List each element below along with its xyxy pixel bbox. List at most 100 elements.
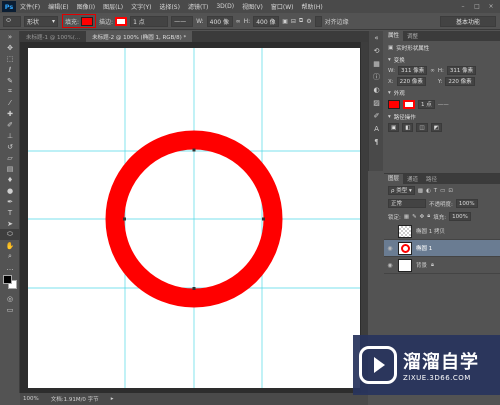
workspace-select[interactable]: 基本功能: [440, 15, 496, 27]
collapse-icon[interactable]: »: [0, 31, 20, 42]
healing-tool-icon[interactable]: ✚: [0, 108, 20, 119]
width-field[interactable]: 311 像素: [397, 66, 428, 75]
stamp-tool-icon[interactable]: ⊥: [0, 130, 20, 141]
screen-mode-icon[interactable]: ▭: [0, 304, 20, 315]
menu-file[interactable]: 文件(F): [16, 2, 44, 11]
stroke-size-field[interactable]: 1 点: [418, 100, 435, 109]
foreground-color-swatch[interactable]: [3, 275, 12, 284]
maximize-button[interactable]: □: [472, 3, 482, 11]
info-panel-icon[interactable]: ⓘ: [369, 70, 384, 83]
tab-layers[interactable]: 图层: [384, 174, 404, 184]
width-field[interactable]: 400 像: [206, 15, 233, 27]
tab-paths[interactable]: 路径: [422, 175, 441, 183]
lock-paint-icon[interactable]: ✎: [412, 214, 417, 220]
more-tools-icon[interactable]: …: [0, 262, 20, 273]
menu-type[interactable]: 文字(Y): [127, 2, 155, 11]
combine-shapes-icon[interactable]: ▣: [388, 123, 400, 132]
link-icon[interactable]: ∞: [430, 68, 435, 74]
tool-preset-picker[interactable]: ⬭: [3, 15, 21, 27]
history-panel-icon[interactable]: ⟲: [369, 44, 384, 57]
intersect-shape-icon[interactable]: ◫: [416, 123, 428, 132]
filter-adjust-icon[interactable]: ◐: [426, 188, 431, 194]
path-ops-icon[interactable]: ▣: [282, 18, 288, 25]
type-tool-icon[interactable]: T: [0, 207, 20, 218]
gear-icon[interactable]: ⚙: [306, 18, 311, 25]
filter-type-icon[interactable]: T: [434, 188, 437, 194]
eyedropper-tool-icon[interactable]: ⁄: [0, 97, 20, 108]
stroke-type-picker[interactable]: ——: [171, 15, 194, 27]
marquee-tool-icon[interactable]: ⬚: [0, 53, 20, 64]
stroke-type-icon[interactable]: ——: [438, 102, 449, 108]
x-field[interactable]: 220 像素: [396, 77, 426, 86]
path-arrange-icon[interactable]: ⧉: [299, 17, 303, 25]
brush-panel-icon[interactable]: ✐: [369, 109, 384, 122]
status-arrow-icon[interactable]: ▸: [111, 396, 114, 402]
path-select-tool-icon[interactable]: ➤: [0, 218, 20, 229]
filter-smart-icon[interactable]: ⊡: [448, 188, 453, 194]
stroke-color-swatch[interactable]: [403, 100, 415, 109]
menu-3d[interactable]: 3D(D): [212, 3, 238, 10]
path-ops-header[interactable]: ▾ 路径操作: [384, 111, 500, 122]
tab-adjustments[interactable]: 调整: [403, 32, 422, 40]
fill-field[interactable]: 100%: [449, 212, 471, 221]
mode-select[interactable]: 形状 ▾: [24, 15, 58, 27]
eye-icon[interactable]: ◉: [386, 245, 394, 252]
y-field[interactable]: 220 像素: [445, 77, 475, 86]
crop-tool-icon[interactable]: ⌗: [0, 86, 20, 97]
layer-row[interactable]: 椭圆 1 拷贝: [384, 223, 500, 240]
fill-color-swatch[interactable]: [81, 16, 94, 26]
menu-image[interactable]: 图像(I): [73, 2, 99, 11]
anchor-left[interactable]: [123, 217, 126, 221]
subtract-shape-icon[interactable]: ◧: [402, 123, 414, 132]
opacity-field[interactable]: 100%: [455, 199, 478, 208]
anchor-bottom[interactable]: [192, 287, 196, 290]
tab-properties[interactable]: 属性: [384, 31, 404, 41]
zoom-level[interactable]: 100%: [23, 396, 39, 402]
zoom-tool-icon[interactable]: ⌕: [0, 251, 20, 262]
adjustments-panel-icon[interactable]: ◐: [369, 83, 384, 96]
menu-layer[interactable]: 图层(L): [99, 2, 127, 11]
layer-row-selected[interactable]: ◉ 椭圆 1: [384, 240, 500, 257]
lasso-tool-icon[interactable]: ℓ: [0, 64, 20, 75]
anchor-right[interactable]: [262, 217, 265, 221]
pen-tool-icon[interactable]: ✒: [0, 196, 20, 207]
height-field[interactable]: 311 像素: [446, 66, 477, 75]
move-tool-icon[interactable]: ✥: [0, 42, 20, 53]
fill-color-swatch[interactable]: [388, 100, 400, 109]
gradient-tool-icon[interactable]: ▤: [0, 163, 20, 174]
eraser-tool-icon[interactable]: ▱: [0, 152, 20, 163]
swatches-panel-icon[interactable]: ▦: [369, 57, 384, 70]
height-field[interactable]: 400 像: [253, 15, 280, 27]
exclude-shape-icon[interactable]: ◩: [430, 123, 442, 132]
tab-document-2[interactable]: 未标题-2 @ 100% (椭圆 1, RGB/8) *: [86, 31, 193, 42]
stroke-color-swatch[interactable]: [115, 16, 128, 26]
link-icon[interactable]: ∞: [236, 18, 241, 25]
ellipse-tool-icon[interactable]: ⬭: [0, 229, 20, 240]
styles-panel-icon[interactable]: ▨: [369, 96, 384, 109]
quick-select-tool-icon[interactable]: ✎: [0, 75, 20, 86]
align-edges-checkbox[interactable]: [314, 15, 322, 27]
lock-move-icon[interactable]: ✥: [420, 214, 425, 220]
anchor-top[interactable]: [192, 148, 196, 152]
lock-all-icon[interactable]: 🔒︎: [427, 213, 430, 220]
close-button[interactable]: ×: [486, 3, 496, 11]
menu-select[interactable]: 选择(S): [155, 2, 184, 11]
filter-shape-icon[interactable]: ▭: [440, 188, 445, 194]
stroke-width-field[interactable]: 1 点: [130, 15, 169, 27]
history-brush-tool-icon[interactable]: ↺: [0, 141, 20, 152]
eye-icon[interactable]: ◉: [386, 262, 394, 269]
tab-channels[interactable]: 通道: [403, 175, 422, 183]
paragraph-panel-icon[interactable]: ¶: [369, 135, 384, 148]
layer-row-background[interactable]: ◉ 背景 🔒︎: [384, 257, 500, 274]
appearance-header[interactable]: ▾ 外观: [384, 87, 500, 98]
blend-mode-select[interactable]: 正常: [388, 199, 426, 208]
menu-window[interactable]: 窗口(W): [267, 2, 298, 11]
menu-filter[interactable]: 滤镜(T): [184, 2, 212, 11]
path-align-icon[interactable]: ⊟: [291, 18, 296, 25]
dodge-tool-icon[interactable]: ●: [0, 185, 20, 196]
tab-document-1[interactable]: 未标题-1 @ 100%(...: [20, 31, 86, 42]
brush-tool-icon[interactable]: ✐: [0, 119, 20, 130]
collapse-panels-icon[interactable]: «: [369, 31, 384, 44]
color-swatches[interactable]: [0, 273, 20, 293]
menu-edit[interactable]: 编辑(E): [44, 2, 72, 11]
